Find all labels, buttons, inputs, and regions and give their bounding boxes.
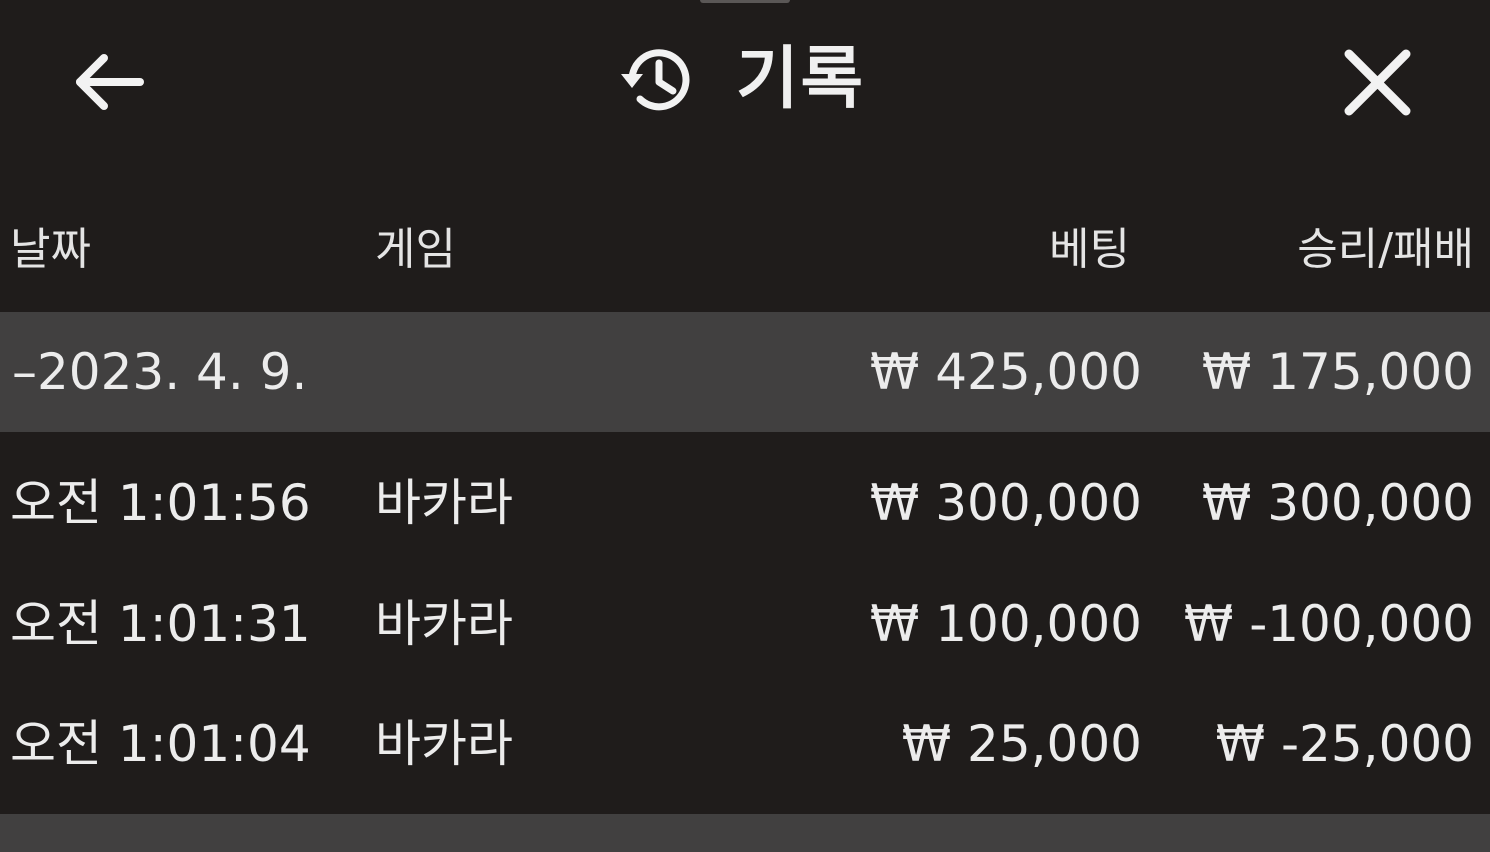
close-button[interactable] xyxy=(1335,40,1420,125)
row-bet: ₩ 300,000 xyxy=(869,474,1142,532)
row-time: 오전 1:01:31 xyxy=(10,595,311,653)
row-result: ₩ -25,000 xyxy=(1215,715,1474,773)
row-bet: ₩ 100,000 xyxy=(869,595,1142,653)
arrow-left-icon xyxy=(76,54,144,110)
history-screen: 기록 날짜 게임 베팅 승리/패배 –2023. 4. 9. ₩ 425,000… xyxy=(0,0,1490,852)
date-group-row[interactable]: –2023. 4. 9. ₩ 425,000 ₩ 175,000 xyxy=(0,312,1490,432)
row-time: 오전 1:01:56 xyxy=(10,474,311,532)
table-row[interactable]: 오전 1:01:56 바카라 ₩ 300,000 ₩ 300,000 xyxy=(0,443,1490,563)
column-header-result[interactable]: 승리/패배 xyxy=(1297,218,1474,282)
date-group-label: –2023. 4. 9. xyxy=(12,343,308,401)
column-header-date[interactable]: 날짜 xyxy=(10,218,91,282)
column-header-bet[interactable]: 베팅 xyxy=(1049,218,1130,282)
row-game: 바카라 xyxy=(375,715,513,773)
title-group: 기록 xyxy=(618,40,865,120)
table-row[interactable]: 오전 1:01:04 바카라 ₩ 25,000 ₩ -25,000 xyxy=(0,684,1490,804)
back-button[interactable] xyxy=(70,45,150,120)
next-date-group-row[interactable] xyxy=(0,814,1490,852)
row-result: ₩ 300,000 xyxy=(1201,474,1474,532)
history-icon xyxy=(621,49,690,111)
column-header-game[interactable]: 게임 xyxy=(375,218,456,282)
row-bet: ₩ 25,000 xyxy=(901,715,1142,773)
row-result: ₩ -100,000 xyxy=(1183,595,1474,653)
row-game: 바카라 xyxy=(375,595,513,653)
close-icon xyxy=(1344,49,1411,116)
date-group-bet-total: ₩ 425,000 xyxy=(869,343,1142,401)
row-time: 오전 1:01:04 xyxy=(10,715,311,773)
date-group-result-total: ₩ 175,000 xyxy=(1201,343,1474,401)
table-row[interactable]: 오전 1:01:31 바카라 ₩ 100,000 ₩ -100,000 xyxy=(0,564,1490,684)
row-game: 바카라 xyxy=(375,474,513,532)
page-title: 기록 xyxy=(736,40,866,119)
header: 기록 xyxy=(0,0,1490,160)
